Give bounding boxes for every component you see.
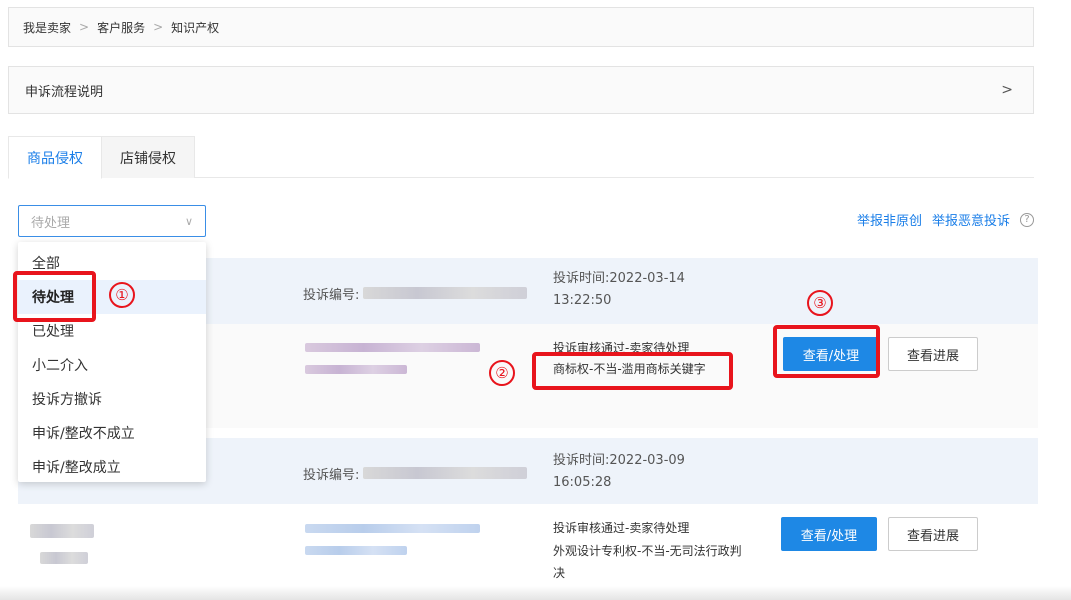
chevron-right-icon: >: [1001, 82, 1013, 98]
chevron-down-icon: ∨: [184, 214, 193, 228]
view-handle-button[interactable]: 查看/处理: [781, 517, 877, 551]
complaint-time: 投诉时间:2022-03-14 13:22:50: [553, 268, 685, 312]
step-marker-1: ①: [109, 282, 135, 308]
report-malicious-link[interactable]: 举报恶意投诉: [932, 210, 1010, 229]
highlight-box-pending-option: [13, 271, 96, 322]
breadcrumb-separator: >: [153, 20, 164, 34]
complaint-id-value-redacted: [363, 287, 527, 299]
tab-product-infringement[interactable]: 商品侵权: [8, 136, 102, 179]
report-links: 举报非原创 举报恶意投诉 ?: [857, 210, 1034, 229]
complaint-time: 投诉时间:2022-03-09 16:05:28: [553, 450, 685, 494]
view-progress-button[interactable]: 查看进展: [888, 337, 978, 371]
product-title-redacted: [305, 365, 407, 374]
breadcrumb-seller[interactable]: 我是卖家: [23, 19, 71, 36]
highlight-box-view-handle: [773, 325, 880, 378]
complaint-id-label: 投诉编号:: [303, 288, 360, 303]
report-non-original-link[interactable]: 举报非原创: [857, 210, 922, 229]
dropdown-option-staff-intervene[interactable]: 小二介入: [18, 348, 206, 382]
status-filter-value: 待处理: [31, 215, 71, 231]
complaint-reason: 外观设计专利权-不当-无司法行政判: [553, 544, 742, 558]
tab-store-infringement[interactable]: 店铺侵权: [101, 136, 195, 178]
highlight-box-complaint-reason: [532, 352, 733, 390]
step-marker-3: ③: [807, 290, 833, 316]
product-title-redacted: [305, 546, 407, 555]
product-thumbnail-redacted: [40, 552, 88, 564]
complaint-time-clock: 13:22:50: [553, 293, 612, 308]
complaint-id-value-redacted: [363, 467, 527, 479]
complaint-status: 投诉审核通过-卖家待处理: [553, 521, 690, 535]
status-filter-select[interactable]: 待处理 ∨: [18, 205, 206, 237]
complaint-time-date: 投诉时间:2022-03-09: [553, 453, 685, 468]
breadcrumb-customer-service[interactable]: 客户服务: [97, 19, 145, 36]
dropdown-option-withdrawn[interactable]: 投诉方撤诉: [18, 382, 206, 416]
help-icon[interactable]: ?: [1020, 212, 1034, 227]
complaint-time-clock: 16:05:28: [553, 475, 612, 490]
dropdown-option-appeal-accepted[interactable]: 申诉/整改成立: [18, 450, 206, 484]
complaint-id-label: 投诉编号:: [303, 468, 360, 483]
breadcrumb: 我是卖家 > 客户服务 > 知识产权: [8, 7, 1034, 47]
product-thumbnail-redacted: [30, 524, 94, 538]
complaint-time-date: 投诉时间:2022-03-14: [553, 271, 685, 286]
product-title-redacted: [305, 343, 480, 352]
appeal-process-bar[interactable]: 申诉流程说明 >: [8, 66, 1034, 114]
dropdown-option-appeal-rejected[interactable]: 申诉/整改不成立: [18, 416, 206, 450]
product-title-redacted: [305, 524, 480, 533]
bottom-fade: [0, 586, 1071, 600]
step-marker-2: ②: [489, 360, 515, 386]
breadcrumb-ip: 知识产权: [171, 20, 220, 35]
tab-bar: 商品侵权 店铺侵权: [8, 136, 1034, 179]
breadcrumb-separator: >: [79, 20, 90, 34]
complaint-reason-cont: 决: [553, 566, 566, 580]
appeal-process-label: 申诉流程说明: [25, 84, 104, 100]
view-progress-button[interactable]: 查看进展: [888, 517, 978, 551]
